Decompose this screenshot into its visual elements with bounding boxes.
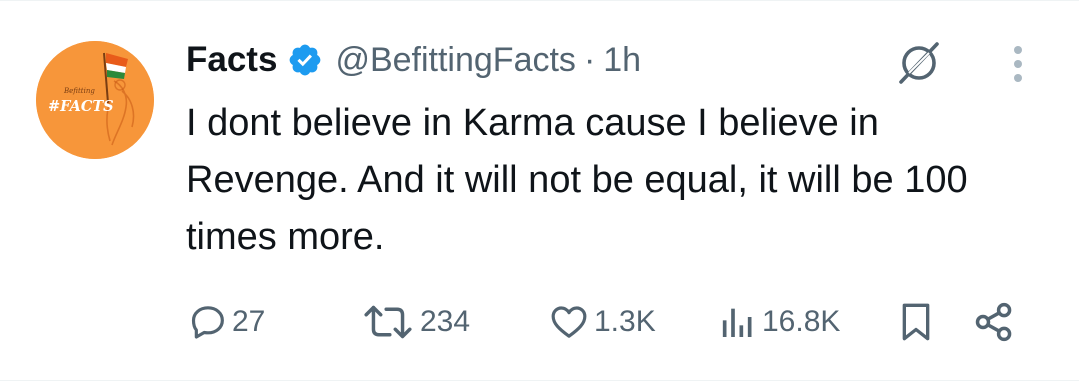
avatar[interactable]: Befitting #FACTS <box>36 41 154 159</box>
like-button[interactable]: 1.3K <box>548 299 656 345</box>
views-button[interactable]: 16.8K <box>716 299 840 345</box>
header-separator: · <box>583 40 596 79</box>
grok-icon[interactable] <box>895 39 943 87</box>
heart-icon <box>551 306 587 338</box>
bookmark-icon <box>902 303 930 341</box>
more-options-icon[interactable] <box>1003 41 1033 87</box>
bookmark-button[interactable] <box>896 299 936 345</box>
tweet-text: I dont believe in Karma cause I believe … <box>186 102 968 258</box>
views-count: 16.8K <box>762 305 841 338</box>
views-icon <box>722 308 752 337</box>
avatar-small-text: Befitting <box>63 87 95 95</box>
repost-button[interactable]: 234 <box>360 299 470 345</box>
display-name[interactable]: Facts <box>186 40 277 80</box>
tweet-header: Facts @BefittingFacts · 1h <box>186 35 641 85</box>
verified-badge-icon[interactable] <box>287 42 323 78</box>
reply-count: 27 <box>232 305 266 338</box>
repost-count: 234 <box>420 305 471 338</box>
repost-icon <box>364 305 412 339</box>
tweet-actions-bar: 27 234 1.3K 16.8K <box>186 299 1046 345</box>
reply-icon <box>191 306 224 339</box>
tweet-timestamp[interactable]: 1h <box>603 41 641 80</box>
share-icon <box>975 302 1012 342</box>
share-button[interactable] <box>972 299 1016 345</box>
avatar-logo-icon: Befitting #FACTS <box>36 41 154 159</box>
avatar-main-text: #FACTS <box>48 98 114 115</box>
reply-button[interactable]: 27 <box>188 299 265 345</box>
user-handle[interactable]: @BefittingFacts <box>335 41 576 80</box>
tweet-card[interactable]: Befitting #FACTS Facts @BefittingFacts ·… <box>0 0 1079 381</box>
like-count: 1.3K <box>594 305 656 338</box>
